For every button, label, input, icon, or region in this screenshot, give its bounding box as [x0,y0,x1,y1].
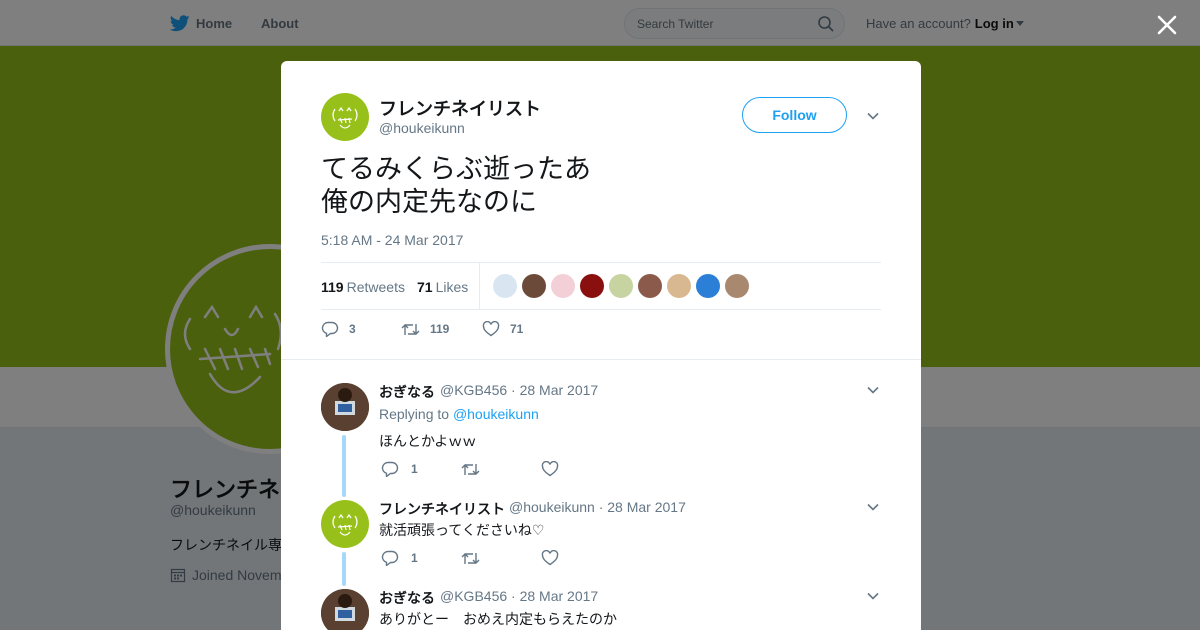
reply-avatar[interactable] [321,500,369,548]
like-button[interactable]: 71 [482,321,523,337]
retweet-icon [461,552,480,564]
liker-avatar[interactable] [522,274,546,298]
reply-icon [381,461,399,477]
reply-author-handle: @houkeikunn · 28 Mar 2017 [509,499,686,515]
reply-button[interactable]: 1 [381,461,461,477]
reply-text: ほんとかよｗｗ [379,433,477,449]
reply-button[interactable]: 1 [381,550,461,566]
thread-line [342,552,346,586]
reply-avatar[interactable] [321,383,369,431]
author-handle[interactable]: @houkeikunn [379,120,465,136]
liker-avatar[interactable] [667,274,691,298]
likes-count: 71 [417,279,433,295]
reply-actions: 1 [381,461,559,477]
retweets-stat[interactable]: 119 Retweets [321,279,405,295]
reply-text: ありがとー おめえ内定もらえたのか [379,611,617,627]
retweet-icon [401,323,420,335]
follow-button[interactable]: Follow [742,97,847,133]
liker-avatar[interactable] [551,274,575,298]
close-icon[interactable] [1156,14,1178,36]
reply-count: 1 [411,551,418,565]
user-photo-icon [321,383,369,431]
liker-avatars [493,274,754,298]
tweet-stats: 119 Retweets 71 Likes [321,262,881,310]
tweet-text: てるみくらぶ逝ったあ 俺の内定先なのに [321,153,591,219]
replying-prefix: Replying to [379,406,450,422]
reply-author-name[interactable]: フレンチネイリスト [379,499,505,519]
retweet-button[interactable] [461,462,541,477]
stats-divider [479,263,480,309]
reply-count: 1 [411,462,418,476]
reply-handle[interactable]: @KGB456 [440,588,507,604]
replying-to-link[interactable]: @houkeikunn [453,406,539,422]
reply-date[interactable]: · 28 Mar 2017 [511,382,598,398]
author-avatar[interactable] [321,93,369,141]
reply-avatar[interactable] [321,589,369,630]
chevron-down-icon[interactable] [866,500,880,514]
reply-date[interactable]: · 28 Mar 2017 [599,499,686,515]
retweets-count: 119 [321,279,344,295]
retweet-icon [461,463,480,475]
face-doodle-icon [332,513,358,536]
reply-author-name[interactable]: おぎなる [379,382,435,402]
liker-avatar[interactable] [609,274,633,298]
reply-count: 3 [349,322,356,336]
tweet-text-line: 俺の内定先なのに [321,187,537,217]
reply-handle[interactable]: @KGB456 [440,382,507,398]
thread-line [342,435,346,497]
liker-avatar[interactable] [580,274,604,298]
liker-avatar[interactable] [638,274,662,298]
divider [281,359,921,360]
likes-stat[interactable]: 71 Likes [417,279,468,295]
reply-button[interactable]: 3 [321,321,401,337]
tweet-modal: フレンチネイリスト @houkeikunn Follow てるみくらぶ逝ったあ … [281,61,921,630]
reply-author-handle: @KGB456 · 28 Mar 2017 [440,588,598,604]
chevron-down-icon[interactable] [866,109,880,123]
chevron-down-icon[interactable] [866,383,880,397]
retweet-button[interactable]: 119 [401,322,482,337]
user-photo-icon [321,589,369,630]
reply-icon [381,550,399,566]
retweet-button[interactable] [461,551,541,566]
like-button[interactable] [541,550,559,566]
reply-date[interactable]: · 28 Mar 2017 [511,588,598,604]
replying-to: Replying to @houkeikunn [379,406,539,422]
heart-icon [482,321,500,337]
reply-author-handle: @KGB456 · 28 Mar 2017 [440,382,598,398]
liker-avatar[interactable] [493,274,517,298]
face-doodle-icon [332,106,358,129]
likes-label: Likes [435,279,469,295]
like-button[interactable] [541,461,559,477]
like-count: 71 [510,322,524,336]
liker-avatar[interactable] [696,274,720,298]
tweet-text-line: てるみくらぶ逝ったあ [321,154,591,184]
retweet-count: 119 [430,322,450,336]
tweet-actions: 3 119 71 [321,321,523,337]
retweets-label: Retweets [346,279,405,295]
reply-actions: 1 [381,550,559,566]
chevron-down-icon[interactable] [866,589,880,603]
heart-icon [541,550,559,566]
author-name[interactable]: フレンチネイリスト [379,95,541,121]
liker-avatar[interactable] [725,274,749,298]
reply-icon [321,321,339,337]
reply-text: 就活頑張ってくださいね♡ [379,522,545,538]
reply-author-name[interactable]: おぎなる [379,588,435,608]
heart-icon [541,461,559,477]
reply-handle[interactable]: @houkeikunn [509,499,595,515]
tweet-timestamp[interactable]: 5:18 AM - 24 Mar 2017 [321,232,463,248]
